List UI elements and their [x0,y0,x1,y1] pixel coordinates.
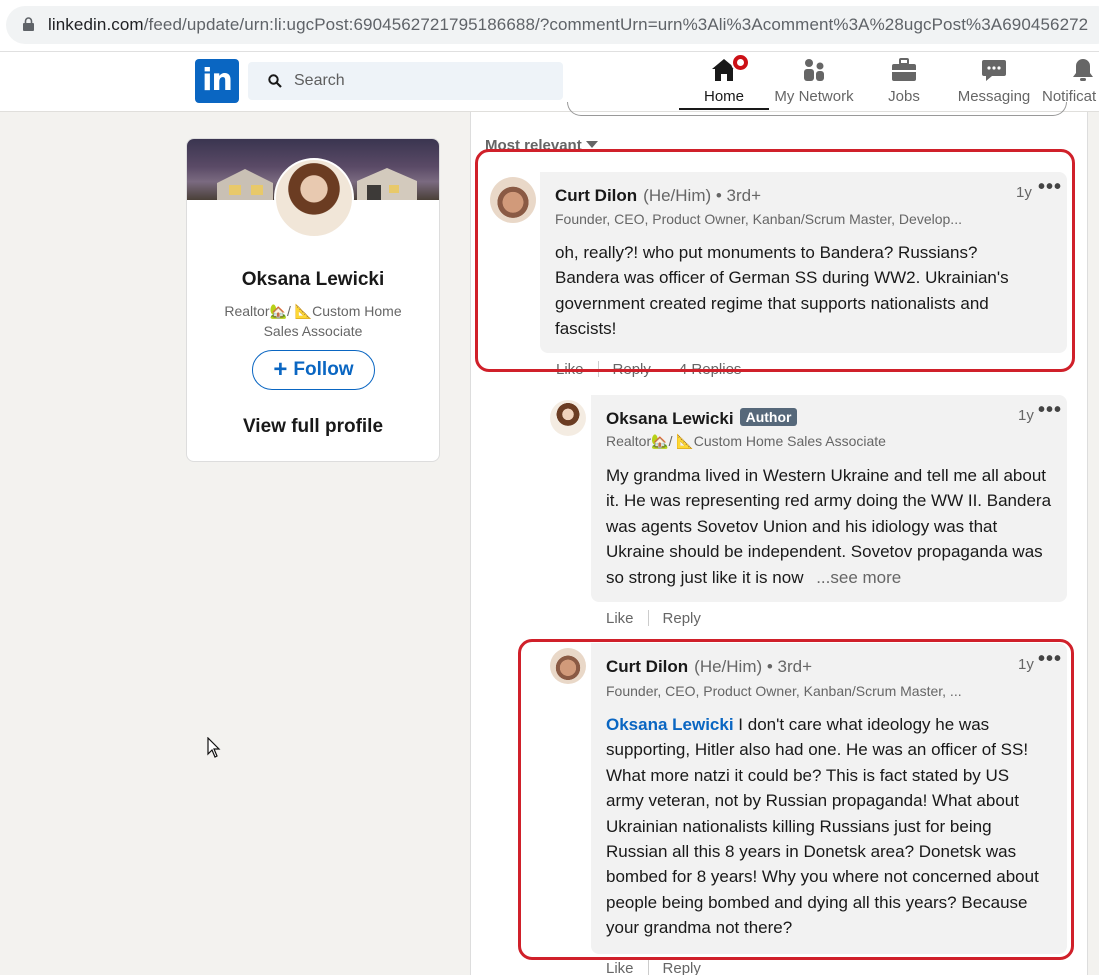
briefcase-icon [892,58,916,81]
plus-icon: + [273,356,288,383]
reply-button[interactable]: Reply [663,960,701,975]
search-placeholder: Search [294,72,345,89]
author-badge: Author [739,408,798,426]
more-options-icon[interactable]: ••• [1038,399,1062,422]
profile-name[interactable]: Oksana Lewicki [187,269,439,291]
comment-input-edge [567,102,1067,116]
comment-actions: Like Reply [606,960,701,975]
comment-headline: Realtor🏡/ 📐Custom Home Sales Associate [606,433,886,449]
follow-button[interactable]: + Follow [252,350,375,390]
search-bar[interactable]: Search [248,62,563,100]
like-button[interactable]: Like [606,610,634,627]
comment-author[interactable]: Oksana Lewicki Author [606,408,798,429]
see-more-link[interactable]: ...see more [816,568,901,587]
post-comments-panel: Most relevant Curt Dilon (He/Him) • 3rd+ … [470,102,1088,975]
comment-bubble: Oksana Lewicki Author Realtor🏡/ 📐Custom H… [591,395,1067,602]
reply-button[interactable]: Reply [663,610,701,627]
browser-address-bar: linkedin.com/feed/update/urn:li:ugcPost:… [0,0,1099,52]
messaging-icon [982,60,1006,81]
highlight-box [475,149,1075,372]
linkedin-logo[interactable]: in [195,59,239,103]
profile-headline: Realtor🏡/ 📐Custom Home Sales Associate [224,303,402,339]
highlight-box [518,639,1074,960]
bell-icon [1073,59,1093,81]
comment-time: 1y [1018,407,1034,424]
search-icon [268,74,282,88]
view-full-profile-link[interactable]: View full profile [187,416,439,438]
profile-avatar[interactable] [274,158,354,238]
notification-badge [731,53,750,72]
profile-card: Oksana Lewicki Realtor🏡/ 📐Custom Home Sa… [186,138,440,462]
mouse-cursor-icon [207,737,221,758]
lock-icon [23,17,34,31]
url-text[interactable]: linkedin.com/feed/update/urn:li:ugcPost:… [48,15,1088,35]
comment-text: My grandma lived in Western Ukraine and … [606,466,1052,587]
avatar[interactable] [550,400,586,436]
network-icon [804,59,824,81]
caret-down-icon [585,141,598,148]
comment-actions: Like Reply [606,610,701,627]
like-button[interactable]: Like [606,960,634,975]
